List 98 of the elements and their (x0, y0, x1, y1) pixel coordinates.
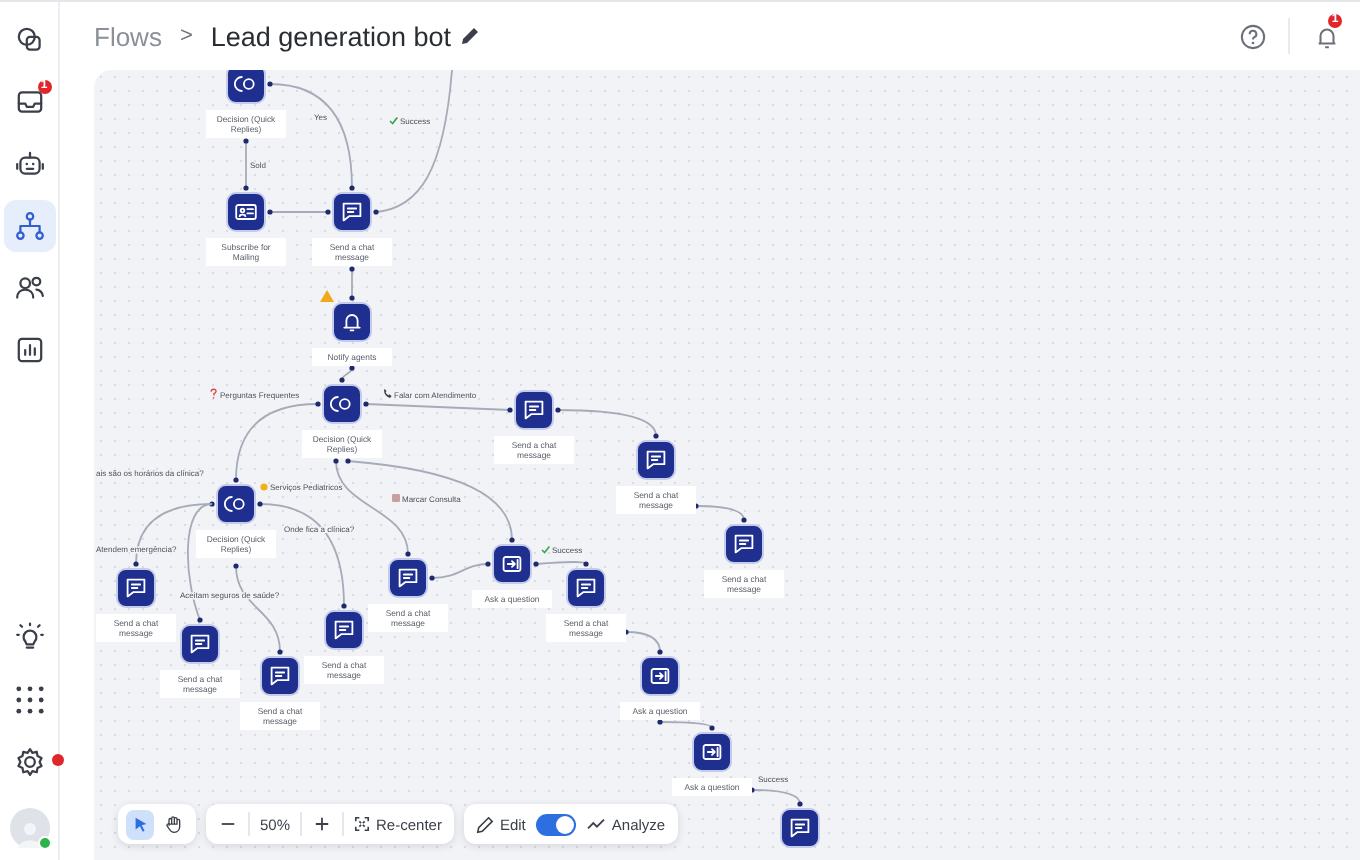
plus-icon (314, 816, 331, 832)
port-dot[interactable] (267, 209, 273, 215)
flow-title: Lead generation bot (210, 21, 451, 51)
contact-card-icon[interactable] (226, 191, 266, 231)
port-dot[interactable] (243, 138, 249, 144)
status-dot-icon (260, 483, 268, 491)
port-dot[interactable] (363, 401, 369, 407)
port-dot[interactable] (583, 561, 589, 567)
connector-line (269, 211, 329, 213)
hand-icon (164, 814, 184, 834)
port-dot[interactable] (197, 617, 203, 623)
port-dot[interactable] (267, 81, 273, 87)
port-dot[interactable] (341, 603, 347, 609)
port-dot[interactable] (277, 649, 283, 655)
chat-icon[interactable] (332, 191, 372, 231)
breadcrumb-separator: > (179, 24, 193, 48)
inbox-icon (13, 86, 45, 118)
port-dot[interactable] (349, 266, 355, 272)
connector-line (557, 409, 657, 437)
port-dot[interactable] (657, 649, 663, 655)
port-dot[interactable] (405, 551, 411, 557)
mode-toggle[interactable] (535, 813, 576, 835)
chart-icon (13, 334, 45, 366)
connector-line (535, 561, 587, 565)
connector-line (695, 505, 745, 521)
bell-icon (1313, 23, 1339, 49)
port-dot[interactable] (709, 725, 715, 731)
input-icon[interactable] (640, 655, 680, 695)
calendar-icon (392, 494, 400, 502)
port-dot[interactable] (233, 563, 239, 569)
layers-icon (13, 24, 45, 56)
port-dot[interactable] (257, 501, 263, 507)
pointer-tool[interactable] (126, 809, 154, 839)
port-dot[interactable] (657, 719, 663, 725)
chat-icon[interactable] (724, 523, 764, 563)
recenter-icon (354, 816, 371, 832)
port-dot[interactable] (349, 185, 355, 191)
chat-icon[interactable] (514, 389, 554, 429)
port-dot[interactable] (233, 477, 239, 483)
port-dot[interactable] (325, 209, 331, 215)
port-dot[interactable] (315, 401, 321, 407)
decision-icon[interactable] (322, 383, 362, 423)
port-dot[interactable] (133, 561, 139, 567)
cursor-icon (131, 815, 149, 833)
connector-line (431, 563, 489, 579)
port-dot[interactable] (429, 575, 435, 581)
chat-icon[interactable] (780, 807, 820, 847)
pencil-icon[interactable] (459, 26, 479, 46)
chat-icon[interactable] (388, 557, 428, 597)
port-dot[interactable] (741, 517, 747, 523)
question-icon (210, 388, 217, 399)
input-icon[interactable] (492, 543, 532, 583)
chat-icon[interactable] (636, 439, 676, 479)
chat-icon[interactable] (260, 655, 300, 695)
connector-line (245, 140, 247, 189)
check-icon (389, 116, 399, 125)
input-icon[interactable] (692, 731, 732, 771)
port-dot[interactable] (339, 377, 345, 383)
people-icon (13, 272, 45, 304)
check-icon (541, 545, 551, 554)
port-dot[interactable] (653, 433, 659, 439)
chat-icon[interactable] (566, 567, 606, 607)
lightbulb-icon (13, 622, 45, 654)
port-dot[interactable] (333, 458, 339, 464)
port-dot[interactable] (373, 209, 379, 215)
decision-icon[interactable] (226, 70, 266, 103)
port-dot[interactable] (485, 561, 491, 567)
hierarchy-icon (13, 210, 45, 242)
chat-icon[interactable] (324, 609, 364, 649)
grid-icon (13, 684, 45, 716)
port-dot[interactable] (349, 295, 355, 301)
chat-icon[interactable] (180, 623, 220, 663)
bell-icon[interactable] (332, 301, 372, 341)
port-dot[interactable] (797, 801, 803, 807)
robot-icon (13, 148, 45, 180)
trend-line-icon (585, 816, 606, 832)
connector-line (659, 721, 713, 729)
connector-line (751, 789, 801, 805)
port-dot[interactable] (349, 365, 355, 371)
port-dot[interactable] (345, 458, 351, 464)
pencil-icon (475, 815, 494, 833)
help-icon (1239, 23, 1265, 49)
connector-line (625, 631, 661, 653)
port-dot[interactable] (533, 561, 539, 567)
connector-line (351, 268, 353, 299)
port-dot[interactable] (507, 407, 513, 413)
port-dot[interactable] (555, 407, 561, 413)
user-avatar[interactable] (9, 808, 49, 848)
port-dot[interactable] (209, 501, 215, 507)
sidebar-item[interactable] (3, 200, 55, 252)
port-dot[interactable] (243, 185, 249, 191)
decision-icon[interactable] (216, 483, 256, 523)
person-silhouette-icon (15, 820, 43, 848)
chat-icon[interactable] (116, 567, 156, 607)
connector-line (375, 70, 453, 213)
port-dot[interactable] (509, 537, 515, 543)
phone-icon (384, 389, 392, 398)
settings-icon (13, 746, 45, 778)
